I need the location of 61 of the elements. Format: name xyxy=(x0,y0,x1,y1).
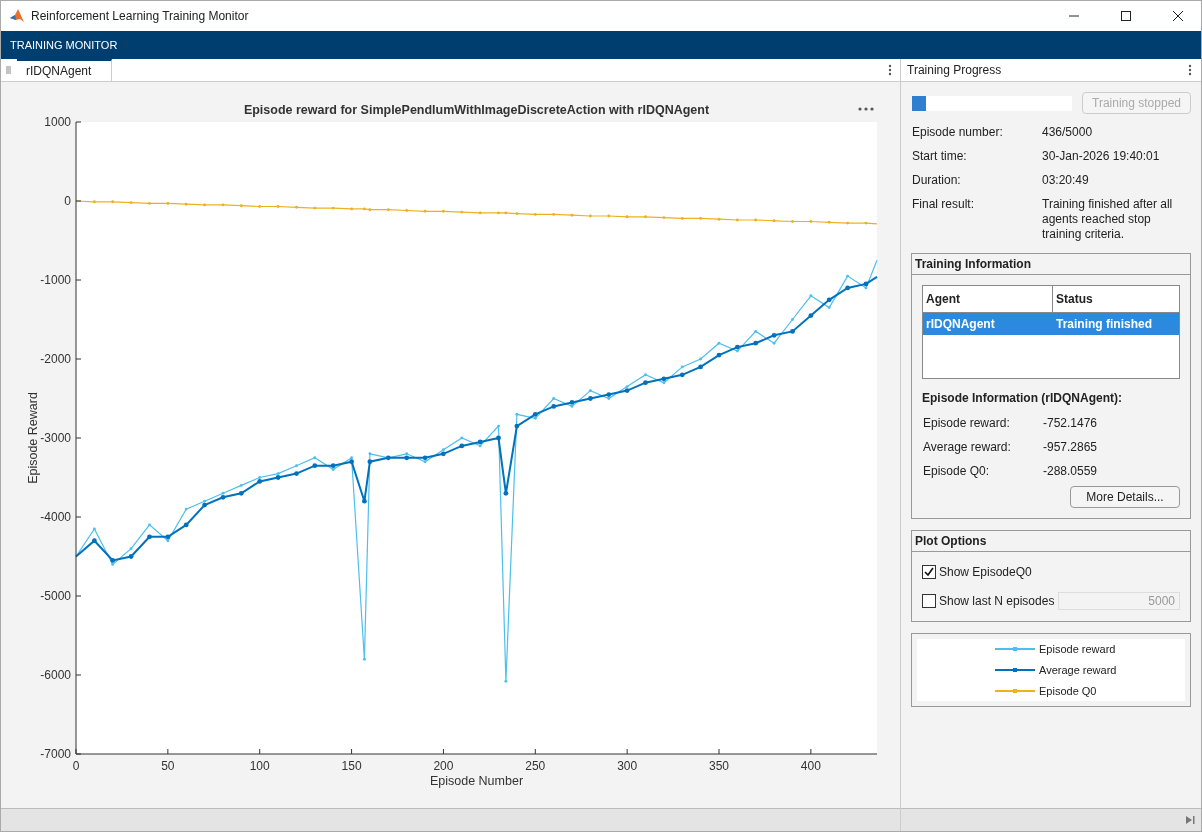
y-tick-label: -6000 xyxy=(40,668,71,682)
more-options-icon[interactable] xyxy=(1187,63,1193,77)
field-value: -288.0559 xyxy=(1043,464,1099,479)
field-value: -957.2865 xyxy=(1043,440,1099,455)
x-tick-label: 50 xyxy=(161,759,175,773)
column-header: Agent xyxy=(923,286,1053,312)
field-label: Episode reward: xyxy=(923,416,1011,431)
x-tick-label: 200 xyxy=(433,759,454,773)
panel-title: Plot Options xyxy=(912,531,1190,552)
x-tick-label: 350 xyxy=(709,759,729,773)
checkbox-label: Show last N episodes xyxy=(939,594,1055,608)
y-axis-label: Episode Reward xyxy=(26,392,40,484)
y-tick-label: -3000 xyxy=(40,431,71,445)
x-axis-label: Episode Number xyxy=(429,774,524,788)
window-title: Reinforcement Learning Training Monitor xyxy=(31,9,250,23)
chart-title: Episode reward for SimplePendlumWithImageDiscreteAction with rIDQNAgent xyxy=(243,103,710,117)
x-tick-label: 250 xyxy=(525,759,546,773)
column-header: Status xyxy=(1055,291,1094,308)
y-tick-label: -2000 xyxy=(40,352,71,366)
y-tick-label: -5000 xyxy=(40,589,71,603)
legend-label: Episode Q0 xyxy=(1039,685,1097,697)
panel-title: Training Information xyxy=(912,254,1190,275)
y-tick-label: -4000 xyxy=(40,510,71,524)
field-value: 30-Jan-2026 19:40:01 xyxy=(1042,149,1161,164)
checkbox-label: Show EpisodeQ0 xyxy=(939,565,1033,579)
legend-label: Average reward xyxy=(1039,664,1117,676)
skip-end-icon[interactable] xyxy=(1185,815,1195,825)
x-tick-label: 100 xyxy=(249,759,270,773)
x-tick-label: 400 xyxy=(800,759,821,773)
field-label: Duration: xyxy=(912,173,962,188)
legend-label: Episode reward xyxy=(1039,643,1116,655)
document-tab[interactable]: rIDQNAgent xyxy=(17,59,113,81)
field-label: Start time: xyxy=(912,149,968,164)
close-icon[interactable] xyxy=(1173,11,1183,21)
x-tick-label: 300 xyxy=(617,759,638,773)
y-tick-label: -1000 xyxy=(40,273,71,287)
toolstrip-title: TRAINING MONITOR xyxy=(10,39,118,51)
field-label: Episode number: xyxy=(912,125,1004,140)
field-value: 03:20:49 xyxy=(1042,173,1090,188)
field-value: -752.1476 xyxy=(1043,416,1099,431)
table-cell-text: rIDQNAgent xyxy=(925,316,996,333)
field-value: Training finished after all agents reached stop training criteria. xyxy=(1042,197,1174,242)
checkbox[interactable] xyxy=(922,594,936,608)
app-logo-icon xyxy=(9,8,25,24)
maximize-icon[interactable] xyxy=(1121,11,1131,21)
more-icon[interactable] xyxy=(858,107,874,111)
x-tick-label: 0 xyxy=(72,759,80,773)
y-tick-label: -7000 xyxy=(40,747,71,761)
y-tick-label: 0 xyxy=(64,194,71,208)
x-tick-label: 150 xyxy=(341,759,362,773)
panel-title: Training Progress xyxy=(907,63,1002,77)
y-tick-label: 1000 xyxy=(44,115,71,129)
field-label: Final result: xyxy=(912,197,976,213)
field-value: 436/5000 xyxy=(1042,125,1094,140)
field-label: Average reward: xyxy=(923,440,1012,455)
section-title: Episode Information (rIDQNAgent): xyxy=(922,391,1123,405)
field-label: Episode Q0: xyxy=(923,464,991,479)
checkbox[interactable] xyxy=(922,565,936,579)
table-cell-text: Training finished xyxy=(1055,316,1153,333)
more-details-button[interactable]: More Details... xyxy=(1070,486,1180,508)
table-row[interactable]: rIDQNAgent Training finished xyxy=(923,313,1179,335)
